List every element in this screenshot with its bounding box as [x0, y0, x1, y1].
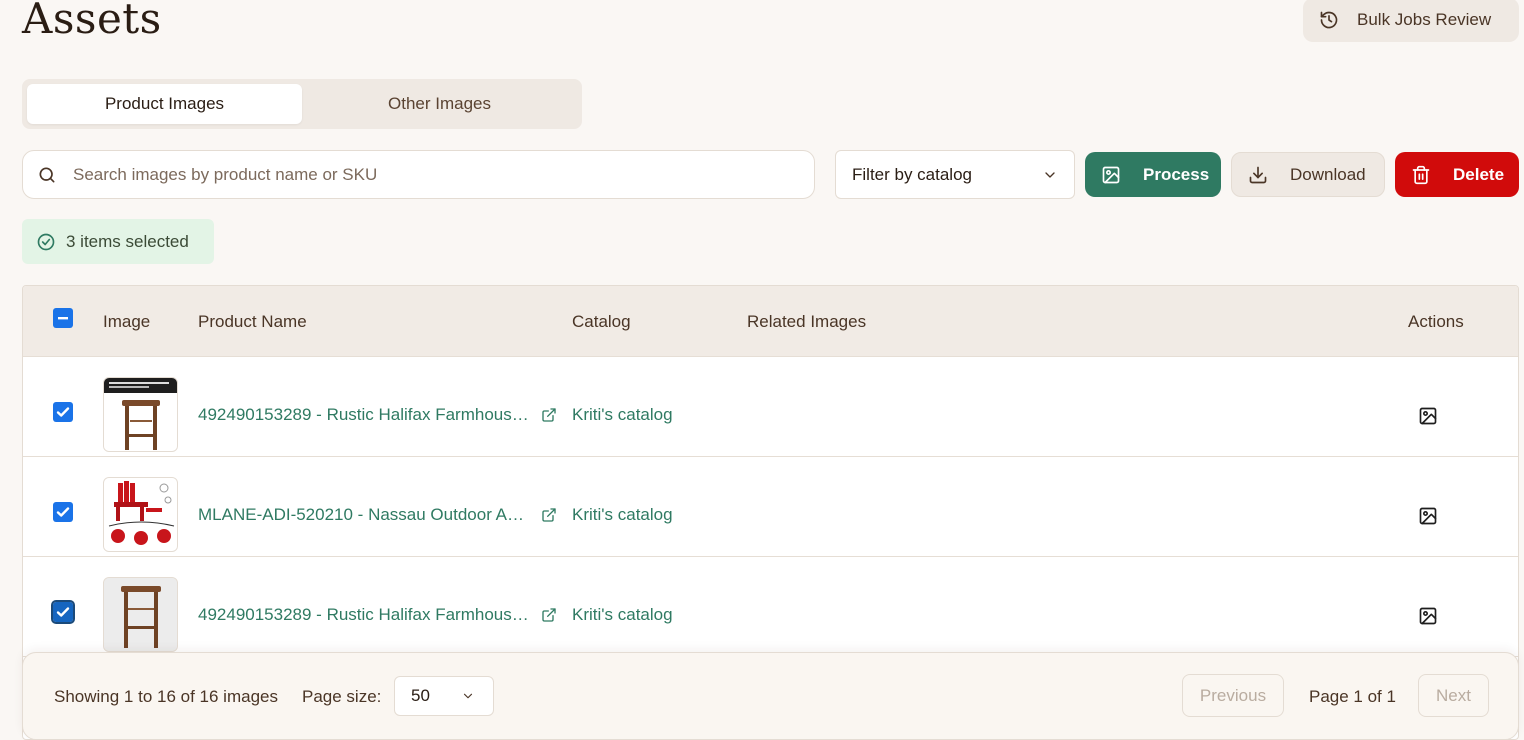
table-header: Image Product Name Catalog Related Image… [23, 286, 1518, 357]
product-thumbnail[interactable] [103, 377, 178, 452]
product-name-link[interactable]: 492490153289 - Rustic Halifax Farmhouse … [198, 605, 533, 625]
search-input[interactable] [73, 164, 773, 185]
row-checkbox[interactable] [51, 600, 75, 624]
minus-icon [58, 317, 68, 320]
catalog-link[interactable]: Kriti's catalog [572, 605, 673, 625]
pagination-bar: Showing 1 to 16 of 16 images Page size: … [22, 652, 1519, 740]
results-count-text: Showing 1 to 16 of 16 images [54, 687, 278, 706]
page-size-label: Page size: [302, 687, 382, 706]
table-row: 492490153289 - Rustic Halifax Farmhouse … [23, 557, 1518, 657]
product-name-link[interactable]: MLANE-ADI-520210 - Nassau Outdoor Adiron… [198, 505, 533, 525]
process-button[interactable]: Process [1085, 152, 1221, 197]
search-icon [39, 167, 55, 182]
red-adirondack-chair-image [104, 478, 177, 551]
search-box [22, 150, 815, 199]
selection-count-text: 3 items selected [66, 231, 189, 251]
external-link-icon[interactable] [541, 507, 557, 523]
tab-other-images[interactable]: Other Images [302, 84, 577, 124]
row-checkbox[interactable] [53, 402, 73, 422]
product-thumbnail[interactable] [103, 477, 178, 552]
table-row: MLANE-ADI-520210 - Nassau Outdoor Adiron… [23, 457, 1518, 557]
table-row: 492490153289 - Rustic Halifax Farmhouse … [23, 357, 1518, 457]
history-icon [1320, 11, 1338, 29]
process-label: Process [1143, 164, 1210, 184]
select-all-checkbox[interactable] [53, 308, 73, 328]
download-icon [1249, 166, 1267, 183]
column-header-related-images: Related Images [747, 312, 867, 331]
column-header-actions: Actions [1408, 312, 1464, 331]
previous-page-button[interactable]: Previous [1182, 674, 1284, 717]
selection-status-badge: 3 items selected [22, 219, 214, 264]
delete-button[interactable]: Delete [1395, 152, 1519, 197]
stool-image [104, 578, 177, 651]
checkmark-icon [56, 607, 70, 617]
page-title: Assets [22, 0, 162, 43]
bulk-jobs-review-label: Bulk Jobs Review [1357, 10, 1492, 29]
page-size-value: 50 [411, 686, 430, 705]
row-checkbox[interactable] [53, 502, 73, 522]
trash-icon [1412, 165, 1430, 184]
image-type-tabs: Product Images Other Images [22, 79, 582, 129]
page-size-select[interactable]: 50 [394, 676, 494, 716]
tab-product-images[interactable]: Product Images [27, 84, 302, 124]
product-name-link[interactable]: 492490153289 - Rustic Halifax Farmhouse … [198, 405, 533, 425]
image-icon [1102, 166, 1120, 183]
stool-listing-image [104, 378, 177, 451]
page-indicator: Page 1 of 1 [1309, 687, 1396, 706]
catalog-filter-label: Filter by catalog [852, 164, 972, 184]
external-link-icon[interactable] [541, 607, 557, 623]
image-icon[interactable] [1418, 506, 1438, 526]
checkmark-icon [56, 407, 70, 417]
bulk-jobs-review-button[interactable]: Bulk Jobs Review [1303, 0, 1519, 42]
chevron-down-icon [463, 693, 473, 699]
external-link-icon[interactable] [541, 407, 557, 423]
column-header-image: Image [103, 312, 151, 331]
delete-label: Delete [1453, 164, 1505, 184]
catalog-link[interactable]: Kriti's catalog [572, 505, 673, 525]
column-header-catalog[interactable]: Catalog [572, 312, 631, 332]
image-icon[interactable] [1418, 606, 1438, 626]
download-button[interactable]: Download [1231, 152, 1385, 197]
image-icon[interactable] [1418, 406, 1438, 426]
column-header-product-name[interactable]: Product Name [198, 312, 307, 332]
download-label: Download [1290, 164, 1366, 184]
chevron-down-icon [1045, 171, 1055, 178]
catalog-link[interactable]: Kriti's catalog [572, 405, 673, 425]
next-page-button[interactable]: Next [1418, 674, 1489, 717]
product-thumbnail[interactable] [103, 577, 178, 652]
check-circle-icon [37, 233, 55, 250]
catalog-filter-select[interactable]: Filter by catalog [835, 150, 1075, 199]
checkmark-icon [56, 507, 70, 517]
